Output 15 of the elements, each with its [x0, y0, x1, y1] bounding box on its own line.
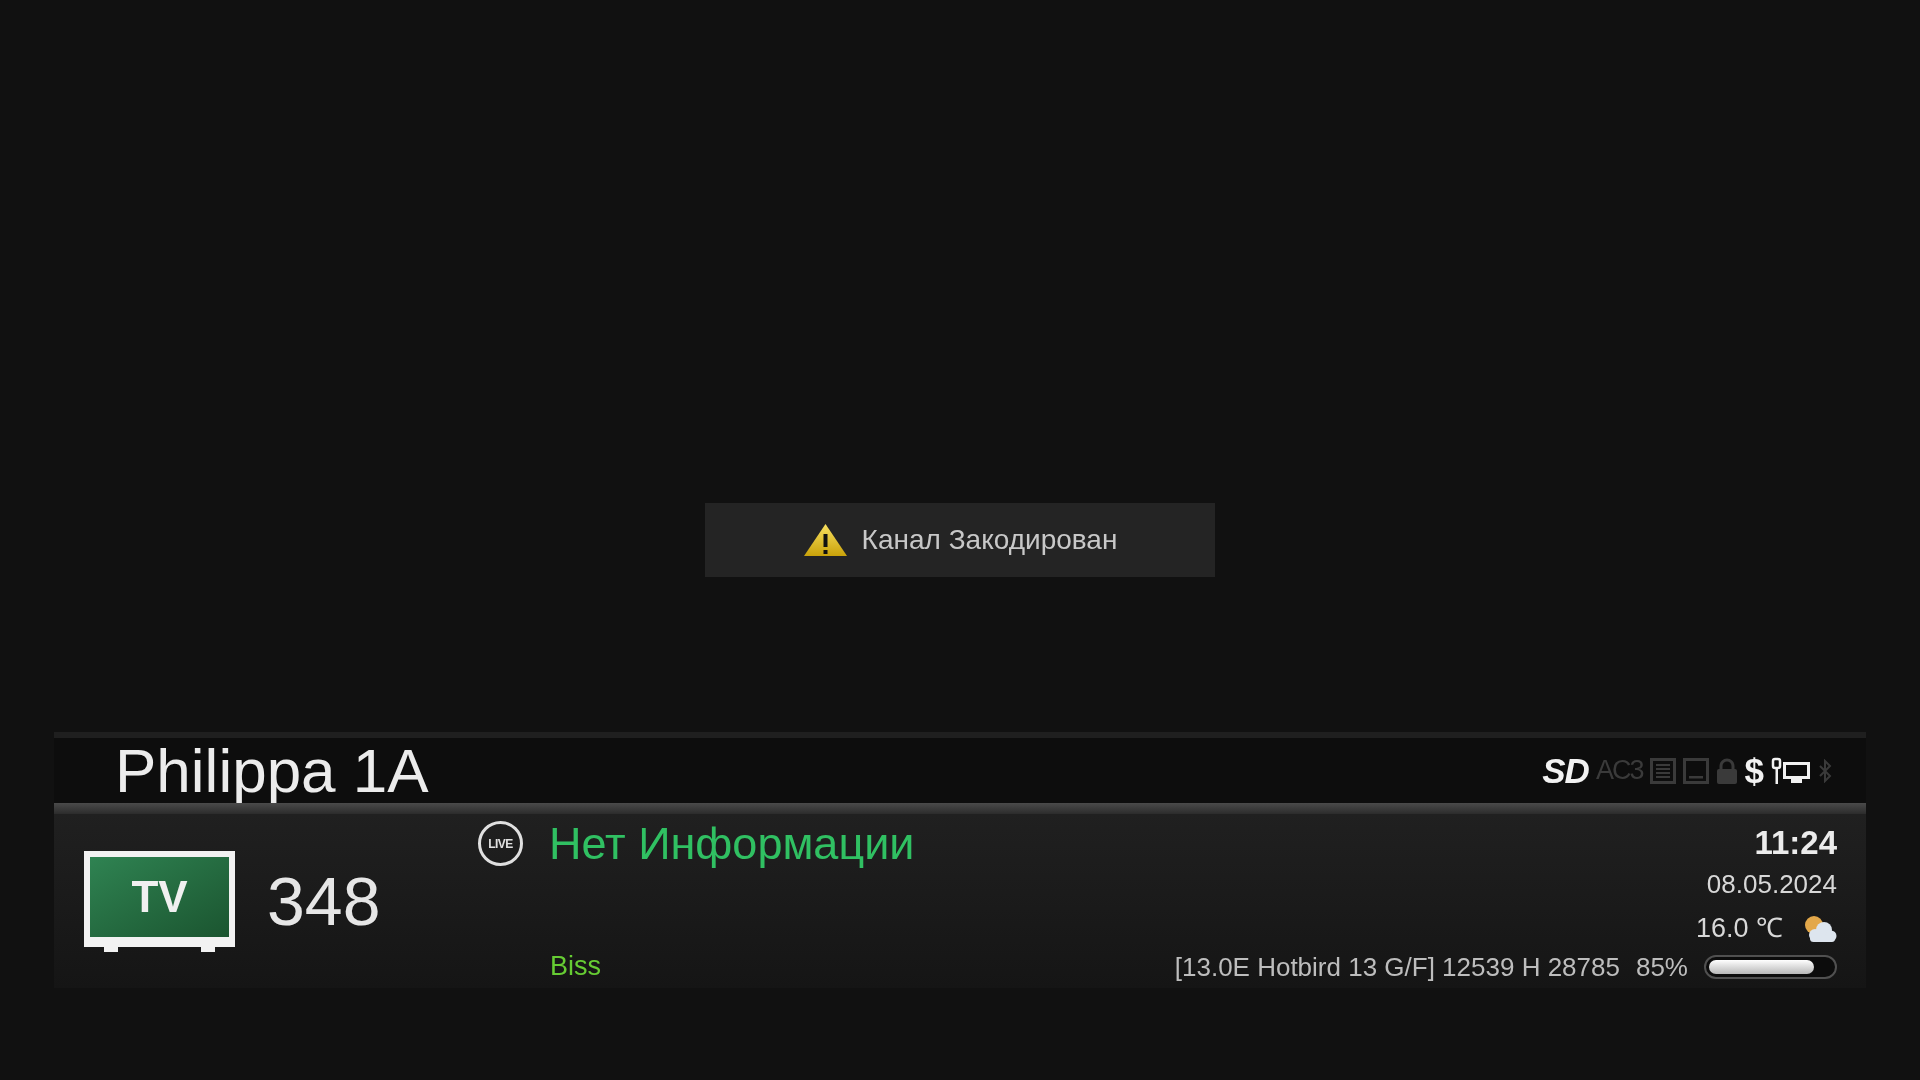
encryption-text: Biss — [550, 953, 601, 980]
event-title: Нет Информации — [549, 821, 915, 866]
currency-sign-label: $ — [1744, 753, 1764, 788]
temperature-text: 16.0 ℃ — [1695, 914, 1783, 942]
live-badge: LIVE — [478, 821, 523, 866]
tuner-info-text: [13.0E Hotbird 13 G/F] 12539 H 28785 — [1174, 953, 1620, 980]
warning-icon — [802, 523, 848, 557]
clock-time: 11:24 — [1754, 826, 1837, 859]
channel-number: 348 — [267, 867, 381, 935]
channel-name: Philippa 1A — [115, 739, 429, 802]
signal-percent-text: 85% — [1635, 953, 1688, 980]
service-type-text: TV — [131, 874, 188, 919]
date-text: 08.05.2024 — [1706, 871, 1837, 897]
video-format-label: SD — [1542, 753, 1589, 788]
notification-text: Канал Закодирован — [861, 526, 1118, 554]
